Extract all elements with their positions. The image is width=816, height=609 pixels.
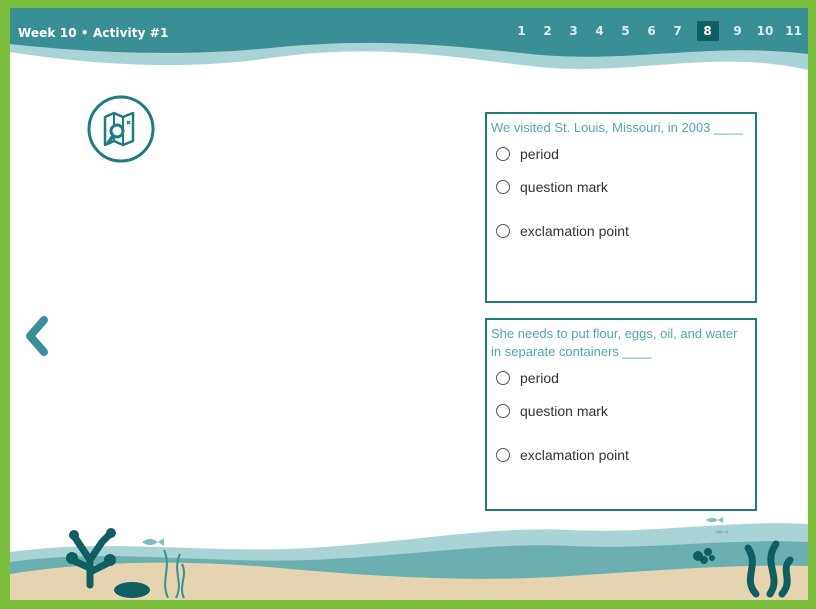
- fish-icon: [706, 517, 723, 523]
- option-label: period: [520, 146, 559, 162]
- q1-option-exclamation-point[interactable]: exclamation point: [491, 209, 751, 253]
- question-1-text: We visited St. Louis, Missouri, in 2003 …: [491, 120, 743, 135]
- page-7-link[interactable]: 7: [671, 21, 685, 41]
- page-9-link[interactable]: 9: [731, 21, 745, 41]
- page-3-link[interactable]: 3: [567, 21, 581, 41]
- question-card-2: She needs to put flour, eggs, oil, and w…: [485, 318, 757, 511]
- question-card-1: We visited St. Louis, Missouri, in 2003 …: [485, 112, 757, 303]
- page-navigation: 1 2 3 4 5 6 7 8 9 10 11: [509, 21, 808, 41]
- page-11-link[interactable]: 11: [785, 21, 802, 41]
- q2-option-period[interactable]: period: [491, 367, 751, 389]
- activity-title: Week 10 • Activity #1: [18, 26, 169, 40]
- radio-button[interactable]: [496, 224, 510, 238]
- map-search-icon: [87, 95, 155, 163]
- option-label: question mark: [520, 179, 608, 195]
- page-4-link[interactable]: 4: [593, 21, 607, 41]
- radio-button[interactable]: [496, 448, 510, 462]
- option-label: exclamation point: [520, 447, 629, 463]
- radio-button[interactable]: [496, 180, 510, 194]
- q1-option-question-mark[interactable]: question mark: [491, 165, 751, 209]
- page-2-link[interactable]: 2: [541, 21, 555, 41]
- seabed-footer-illustration: [10, 517, 808, 600]
- q2-option-question-mark[interactable]: question mark: [491, 389, 751, 433]
- option-label: exclamation point: [520, 223, 629, 239]
- question-2-text: She needs to put flour, eggs, oil, and w…: [491, 326, 738, 359]
- page-8-link-current[interactable]: 8: [696, 21, 719, 41]
- header-wave-banner: [10, 8, 808, 70]
- page-1-link[interactable]: 1: [515, 21, 529, 41]
- q1-option-period[interactable]: period: [491, 143, 751, 165]
- page-10-link[interactable]: 10: [757, 21, 774, 41]
- radio-button[interactable]: [496, 404, 510, 418]
- option-label: period: [520, 370, 559, 386]
- activity-frame: Week 10 • Activity #1 1 2 3 4 5 6 7 8 9 …: [10, 8, 808, 600]
- back-arrow-icon[interactable]: [24, 316, 50, 356]
- page-6-link[interactable]: 6: [645, 21, 659, 41]
- q2-option-exclamation-point[interactable]: exclamation point: [491, 433, 751, 477]
- page-5-link[interactable]: 5: [619, 21, 633, 41]
- option-label: question mark: [520, 403, 608, 419]
- fish-icon: [142, 538, 164, 546]
- radio-button[interactable]: [496, 147, 510, 161]
- radio-button[interactable]: [496, 371, 510, 385]
